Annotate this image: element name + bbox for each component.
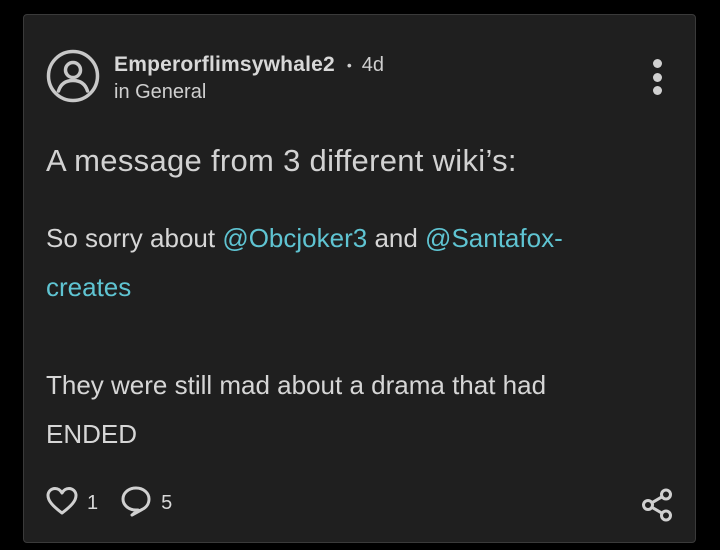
body-line-drama: They were still mad about a drama that h… bbox=[46, 370, 547, 400]
user-circle-icon[interactable] bbox=[46, 49, 100, 103]
body-text-prefix: So sorry about bbox=[46, 223, 223, 253]
post-card: Emperorflimsywhale2 • 4d in General A me… bbox=[23, 14, 696, 543]
page: Emperorflimsywhale2 • 4d in General A me… bbox=[0, 0, 720, 550]
community-label[interactable]: in General bbox=[114, 81, 384, 104]
body-text-and: and bbox=[367, 223, 426, 253]
post-time: 4d bbox=[361, 53, 385, 76]
mention-link-obcjoker3[interactable]: @Obcjoker3 bbox=[222, 223, 367, 253]
share-button[interactable] bbox=[639, 487, 675, 523]
like-button[interactable]: 1 bbox=[46, 486, 98, 521]
body-paragraph-1: So sorry about @Obcjoker3 and @Santafox-… bbox=[46, 214, 646, 312]
author-line: Emperorflimsywhale2 • 4d bbox=[114, 53, 384, 77]
author-username[interactable]: Emperorflimsywhale2 bbox=[114, 53, 335, 77]
comment-button[interactable]: 5 bbox=[120, 485, 172, 522]
author-block: Emperorflimsywhale2 • 4d in General bbox=[114, 53, 384, 104]
heart-icon bbox=[46, 486, 78, 521]
more-dot bbox=[652, 86, 662, 95]
like-count: 1 bbox=[87, 492, 99, 514]
post-actions: 1 5 bbox=[46, 485, 172, 522]
mention-link-santafox-part1[interactable]: @Santafox- bbox=[425, 223, 563, 253]
more-dot bbox=[652, 72, 662, 82]
more-vertical-icon bbox=[652, 59, 662, 68]
separator-dot: • bbox=[346, 57, 352, 73]
share-icon bbox=[639, 488, 675, 527]
mention-link-santafox-part2[interactable]: creates bbox=[46, 272, 131, 302]
more-options-button[interactable] bbox=[649, 59, 665, 95]
comment-bubble-icon bbox=[120, 485, 152, 522]
post-title[interactable]: A message from 3 different wiki’s: bbox=[46, 143, 517, 179]
body-paragraph-2: They were still mad about a drama that h… bbox=[46, 361, 646, 459]
comment-count: 5 bbox=[161, 492, 173, 514]
post-body[interactable]: So sorry about @Obcjoker3 and @Santafox-… bbox=[46, 214, 646, 459]
body-line-ended: ENDED bbox=[46, 419, 138, 449]
